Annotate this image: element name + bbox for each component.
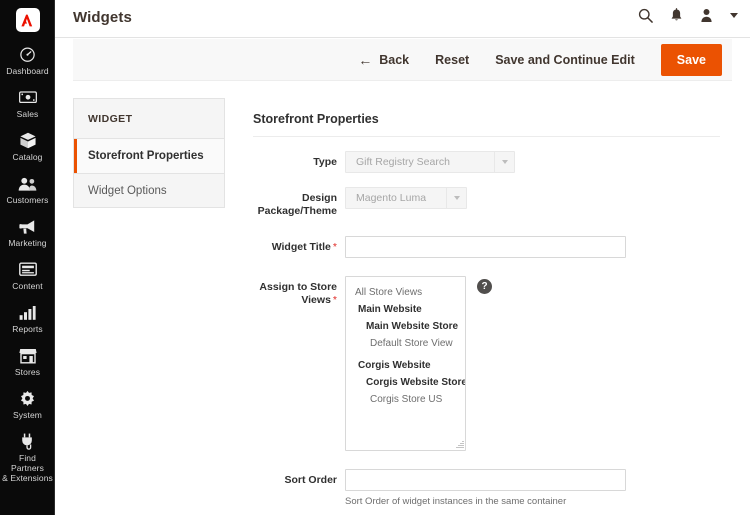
stores-icon (18, 347, 37, 364)
sort-order-note: Sort Order of widget instances in the sa… (345, 496, 567, 507)
store-view-option[interactable]: Corgis Website (346, 357, 465, 374)
sidebar-item-customers[interactable]: Customers (0, 169, 55, 212)
sales-icon (18, 89, 37, 106)
top-header: Widgets (55, 0, 750, 38)
assign-store-views-label: Assign to Store Views * (253, 276, 345, 307)
tab-label: Storefront Properties (88, 150, 204, 162)
reports-icon (19, 304, 36, 321)
sidebar-item-sales[interactable]: Sales (0, 83, 55, 126)
sidebar-item-marketing[interactable]: Marketing (0, 212, 55, 255)
notifications-bell-icon[interactable] (670, 8, 683, 23)
field-row-design-theme: Design Package/Theme Magento Luma (253, 187, 723, 218)
save-and-continue-edit-button[interactable]: Save and Continue Edit (495, 53, 635, 67)
plug-icon (19, 433, 36, 450)
tab-label: Widget Options (88, 184, 167, 197)
type-label: Type (313, 156, 337, 168)
sidebar-item-label: Content (12, 281, 43, 291)
widget-tab-panel: WIDGET Storefront Properties Widget Optio… (73, 98, 225, 208)
store-view-option[interactable]: Corgis Store US (346, 391, 465, 408)
main-navigation-sidebar: Dashboard Sales Catalog Customers Marketing C… (0, 0, 55, 515)
adobe-logo[interactable] (0, 0, 55, 40)
back-button[interactable]: ← Back (358, 53, 409, 67)
sidebar-item-system[interactable]: System (0, 384, 55, 427)
tab-widget-options[interactable]: Widget Options (73, 173, 225, 208)
system-icon (19, 390, 36, 407)
resize-handle-icon[interactable] (455, 440, 464, 449)
save-and-continue-edit-label: Save and Continue Edit (495, 52, 635, 67)
sidebar-item-label: System (13, 410, 42, 420)
account-user-icon[interactable] (700, 8, 713, 23)
adobe-a-glyph (20, 14, 32, 26)
sidebar-item-reports[interactable]: Reports (0, 298, 55, 341)
field-row-assign-store-views: Assign to Store Views * All Store Views Ma… (253, 276, 723, 451)
field-row-sort-order: Sort Order Sort Order of widget instance… (253, 469, 723, 507)
sidebar-item-find-partners-extensions[interactable]: Find Partners & Extensions (0, 427, 55, 490)
field-row-widget-title: Widget Title * (253, 236, 723, 258)
required-marker: * (332, 241, 337, 253)
design-theme-label: Design Package/Theme (257, 192, 337, 217)
back-button-label: Back (379, 52, 410, 67)
page-actions-toolbar: ← Back Reset Save and Continue Edit Save (73, 39, 732, 81)
type-select-value: Gift Registry Search (356, 156, 450, 168)
reset-button-label: Reset (435, 52, 470, 67)
required-marker: * (332, 294, 337, 306)
widget-title-input[interactable] (345, 236, 626, 258)
adobe-logo-tile (15, 8, 40, 32)
catalog-icon (19, 132, 37, 149)
sort-order-label: Sort Order (284, 474, 337, 486)
admin-page: Dashboard Sales Catalog Customers Marketing C… (0, 0, 750, 515)
type-select[interactable]: Gift Registry Search (345, 151, 515, 173)
widget-title-label-text: Widget Title (271, 241, 331, 253)
back-arrow-icon: ← (358, 51, 373, 68)
chevron-down-icon (446, 188, 466, 208)
sidebar-item-label: Find Partners & Extensions (2, 453, 53, 483)
sidebar-item-stores[interactable]: Stores (0, 341, 55, 384)
field-row-type: Type Gift Registry Search (253, 151, 723, 173)
sidebar-item-label: Sales (16, 109, 39, 119)
search-icon[interactable] (638, 8, 653, 23)
design-theme-select[interactable]: Magento Luma (345, 187, 467, 209)
store-view-option[interactable]: Corgis Website Store (346, 374, 465, 391)
reset-button[interactable]: Reset (435, 53, 469, 67)
sort-order-input[interactable] (345, 469, 626, 491)
sidebar-item-dashboard[interactable]: Dashboard (0, 40, 55, 83)
widget-tab-heading: WIDGET (73, 98, 225, 138)
dashboard-icon (19, 46, 36, 63)
sidebar-item-catalog[interactable]: Catalog (0, 126, 55, 169)
sidebar-item-label: Catalog (12, 152, 43, 162)
sidebar-item-label: Dashboard (6, 66, 49, 76)
sidebar-item-label: Marketing (8, 238, 47, 248)
store-view-option[interactable]: Main Website Store (346, 318, 465, 335)
customers-icon (18, 175, 37, 192)
save-button[interactable]: Save (660, 43, 722, 76)
sidebar-item-label: Reports (12, 324, 43, 334)
page-title: Widgets (73, 9, 132, 26)
header-icon-group (638, 8, 738, 23)
chevron-down-icon (494, 152, 514, 172)
tab-storefront-properties[interactable]: Storefront Properties (73, 138, 225, 173)
assign-store-views-label-text: Assign to Store Views (259, 281, 337, 306)
help-icon[interactable]: ? (477, 279, 492, 294)
store-view-option[interactable]: Main Website (346, 301, 465, 318)
chevron-down-icon[interactable] (730, 13, 738, 18)
sidebar-item-label: Customers (6, 195, 49, 205)
store-view-option[interactable]: All Store Views (346, 284, 465, 301)
marketing-icon (18, 218, 37, 235)
widget-title-label: Widget Title * (253, 236, 345, 254)
sidebar-item-content[interactable]: Content (0, 255, 55, 298)
store-view-option[interactable]: Default Store View (346, 335, 465, 352)
design-theme-select-value: Magento Luma (356, 192, 427, 204)
content-icon (18, 261, 37, 278)
storefront-properties-form: Storefront Properties Type Gift Registry… (253, 112, 723, 507)
store-views-listbox[interactable]: All Store Views Main Website Main Website … (345, 276, 466, 451)
sidebar-item-label: Stores (14, 367, 41, 377)
section-title: Storefront Properties (253, 112, 720, 137)
